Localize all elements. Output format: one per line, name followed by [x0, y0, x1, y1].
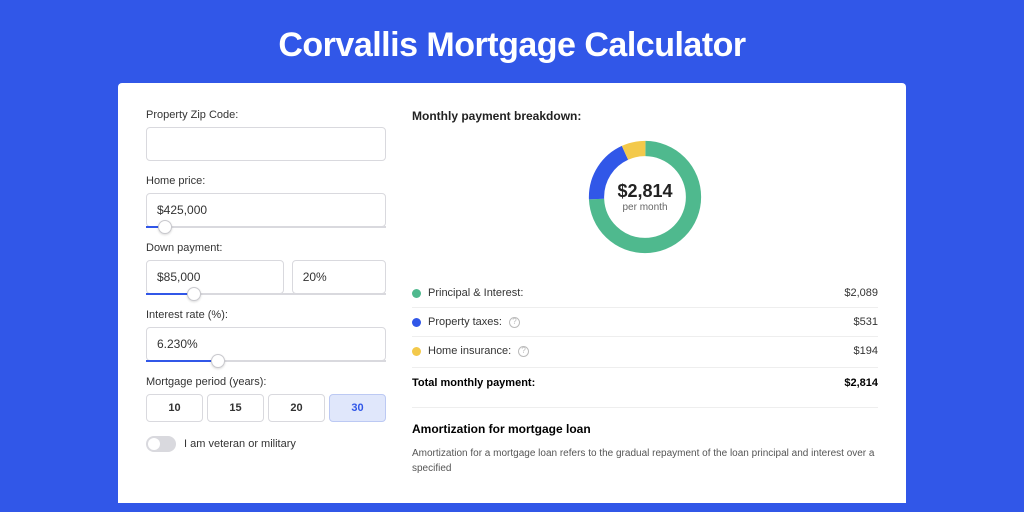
total-row: Total monthly payment: $2,814 — [412, 367, 878, 403]
total-label: Total monthly payment: — [412, 377, 535, 389]
price-input[interactable] — [146, 193, 386, 227]
period-btn-15[interactable]: 15 — [207, 394, 264, 422]
zip-input[interactable] — [146, 127, 386, 161]
amortization-text: Amortization for a mortgage loan refers … — [412, 446, 878, 476]
down-slider[interactable] — [146, 293, 386, 295]
legend-dot — [412, 347, 421, 356]
total-value: $2,814 — [844, 377, 878, 389]
rate-label: Interest rate (%): — [146, 309, 386, 321]
legend-label: Property taxes: — [428, 316, 502, 328]
legend: Principal & Interest: $2,089 Property taxe… — [412, 279, 878, 365]
info-icon[interactable]: ? — [518, 346, 529, 357]
legend-label: Principal & Interest: — [428, 287, 523, 299]
down-slider-thumb[interactable] — [187, 287, 201, 301]
price-slider[interactable] — [146, 226, 386, 228]
rate-slider-fill — [146, 360, 218, 362]
legend-value: $531 — [854, 316, 878, 328]
zip-label: Property Zip Code: — [146, 109, 386, 121]
down-field: Down payment: — [146, 242, 386, 295]
donut-chart: $2,814 per month — [412, 133, 878, 261]
period-btn-10[interactable]: 10 — [146, 394, 203, 422]
period-btn-30[interactable]: 30 — [329, 394, 386, 422]
breakdown-column: Monthly payment breakdown: $2,814 per mo… — [412, 109, 878, 503]
calculator-card: Property Zip Code: Home price: Down paym… — [118, 83, 906, 503]
info-icon[interactable]: ? — [509, 317, 520, 328]
page-title: Corvallis Mortgage Calculator — [0, 0, 1024, 83]
amortization-title: Amortization for mortgage loan — [412, 422, 878, 436]
inputs-column: Property Zip Code: Home price: Down paym… — [146, 109, 386, 503]
rate-slider-thumb[interactable] — [211, 354, 225, 368]
legend-value: $2,089 — [844, 287, 878, 299]
down-label: Down payment: — [146, 242, 386, 254]
period-label: Mortgage period (years): — [146, 376, 386, 388]
price-field: Home price: — [146, 175, 386, 228]
legend-dot — [412, 318, 421, 327]
period-btn-20[interactable]: 20 — [268, 394, 325, 422]
legend-row: Principal & Interest: $2,089 — [412, 279, 878, 308]
rate-slider[interactable] — [146, 360, 386, 362]
toggle-knob — [148, 438, 160, 450]
veteran-row: I am veteran or military — [146, 436, 386, 452]
breakdown-title: Monthly payment breakdown: — [412, 109, 878, 123]
donut-center: $2,814 per month — [617, 181, 672, 213]
legend-row: Property taxes:? $531 — [412, 308, 878, 337]
donut-amount: $2,814 — [617, 181, 672, 202]
price-slider-thumb[interactable] — [158, 220, 172, 234]
zip-field: Property Zip Code: — [146, 109, 386, 161]
amortization-section: Amortization for mortgage loan Amortizat… — [412, 407, 878, 476]
donut-sub: per month — [617, 202, 672, 213]
rate-input[interactable] — [146, 327, 386, 361]
period-field: Mortgage period (years): 10152030 — [146, 376, 386, 422]
legend-label: Home insurance: — [428, 345, 511, 357]
rate-field: Interest rate (%): — [146, 309, 386, 362]
down-percent-input[interactable] — [292, 260, 386, 294]
price-label: Home price: — [146, 175, 386, 187]
period-group: 10152030 — [146, 394, 386, 422]
down-amount-input[interactable] — [146, 260, 284, 294]
legend-value: $194 — [854, 345, 878, 357]
veteran-label: I am veteran or military — [184, 438, 296, 450]
legend-row: Home insurance:? $194 — [412, 337, 878, 365]
legend-dot — [412, 289, 421, 298]
veteran-toggle[interactable] — [146, 436, 176, 452]
